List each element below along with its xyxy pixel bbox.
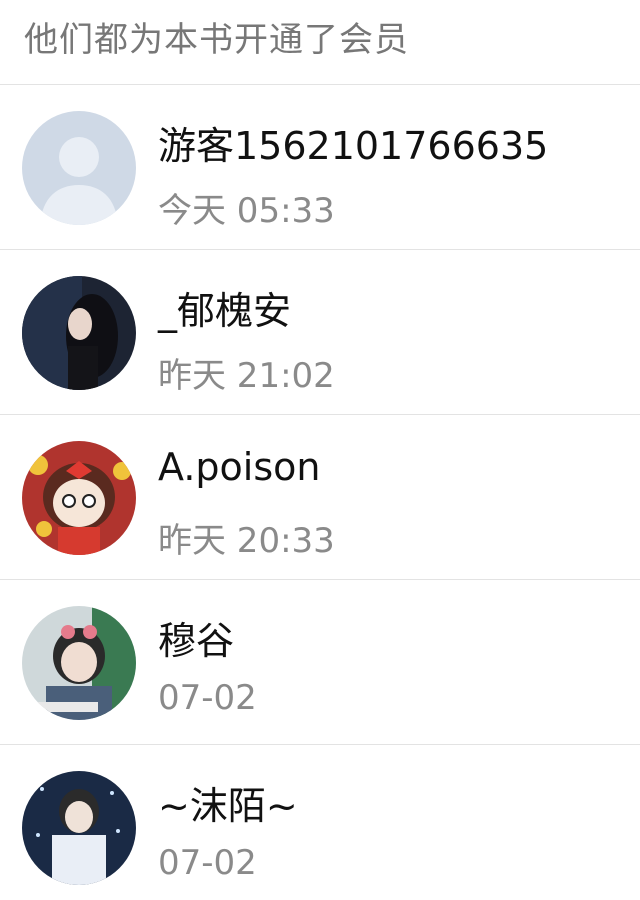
cartoon-girl-icon[interactable] — [22, 441, 136, 555]
list-item[interactable]: ~沫陌~ 07-02 — [0, 745, 640, 900]
default-avatar-icon[interactable] — [22, 111, 136, 225]
page-title: 他们都为本书开通了会员 — [24, 19, 409, 60]
list-item[interactable]: A.poison 昨天 20:33 — [0, 415, 640, 580]
list-item[interactable]: _郁槐安 昨天 21:02 — [0, 250, 640, 415]
list-item[interactable]: 游客1562101766635 今天 05:33 — [0, 85, 640, 250]
member-time: 昨天 20:33 — [158, 521, 335, 561]
member-time: 昨天 21:02 — [158, 356, 335, 396]
profile-photo-icon[interactable] — [22, 771, 136, 885]
members-page: 他们都为本书开通了会员 游客1562101766635 今天 05:33 _郁槐… — [0, 0, 640, 900]
member-list: 游客1562101766635 今天 05:33 _郁槐安 昨天 21:02 A… — [0, 85, 640, 900]
profile-photo-icon[interactable] — [22, 276, 136, 390]
page-header: 他们都为本书开通了会员 — [0, 0, 640, 85]
profile-photo-icon[interactable] — [22, 606, 136, 720]
member-name[interactable]: A.poison — [158, 445, 320, 489]
member-name[interactable]: 游客1562101766635 — [158, 115, 548, 170]
member-time: 今天 05:33 — [158, 191, 335, 231]
member-name[interactable]: ~沫陌~ — [158, 775, 298, 830]
member-time: 07-02 — [158, 843, 257, 883]
member-time: 07-02 — [158, 678, 257, 718]
member-name[interactable]: _郁槐安 — [158, 280, 291, 335]
list-item[interactable]: 穆谷 07-02 — [0, 580, 640, 745]
member-name[interactable]: 穆谷 — [158, 610, 234, 665]
